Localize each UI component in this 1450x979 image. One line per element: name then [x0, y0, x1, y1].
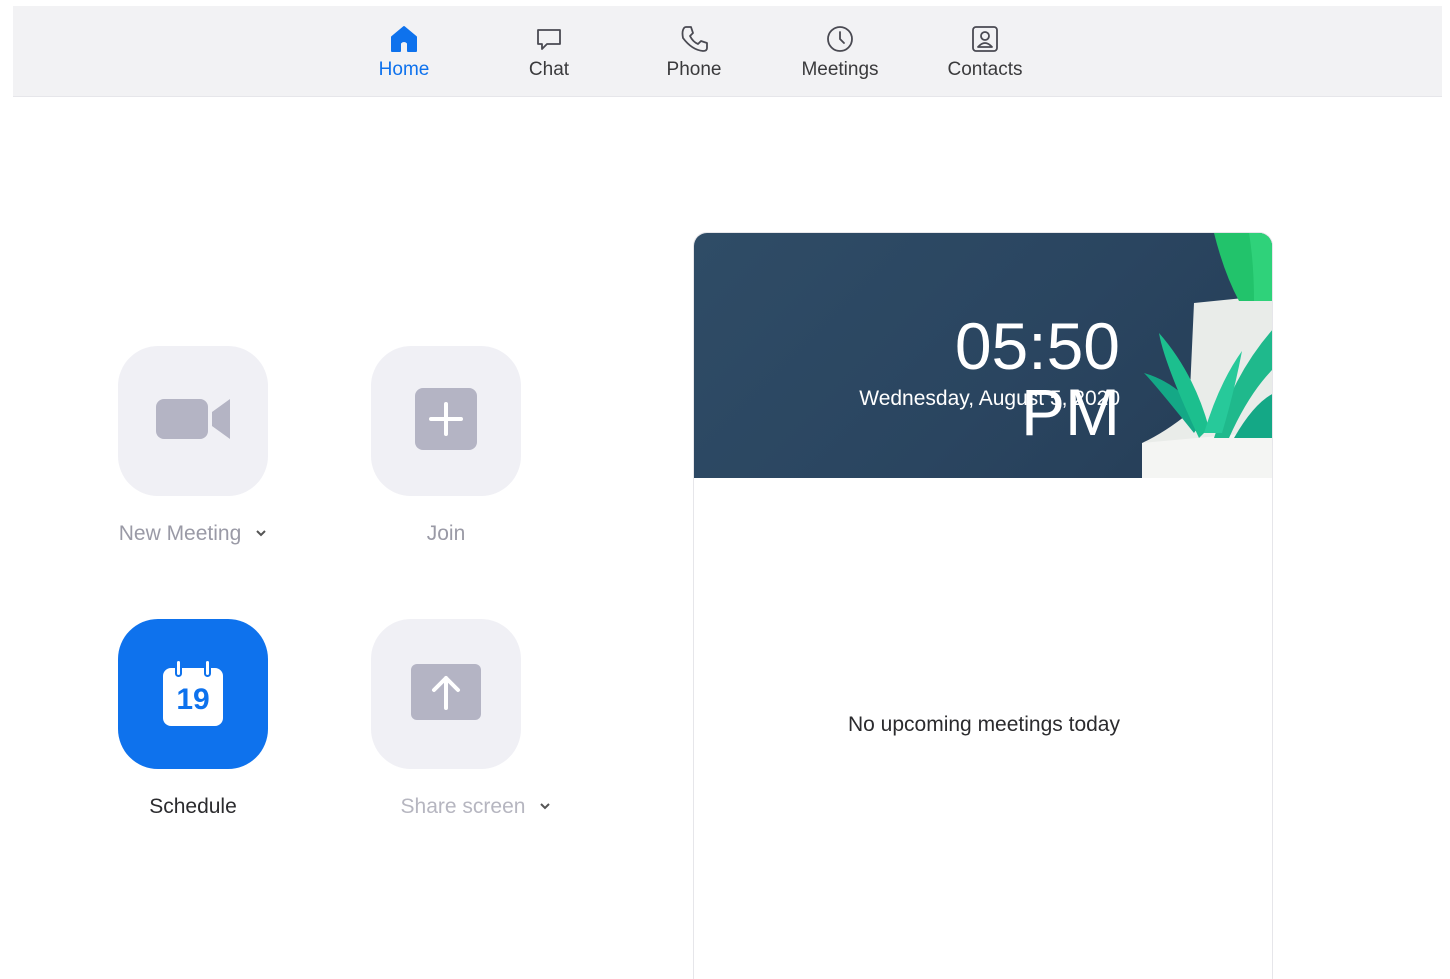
clock-icon [825, 24, 855, 54]
share-screen-label: Share screen [400, 795, 526, 818]
schedule-button[interactable]: 19 [118, 619, 268, 769]
tab-phone[interactable]: Phone [639, 24, 749, 88]
new-meeting-caption: New Meeting [119, 522, 268, 546]
join-button[interactable] [371, 346, 521, 496]
share-screen-button[interactable] [371, 619, 521, 769]
tab-phone-label: Phone [666, 59, 722, 80]
chat-icon [534, 24, 564, 54]
tab-chat-label: Chat [528, 59, 570, 80]
contacts-icon [970, 24, 1000, 54]
clock-banner: 05:50 PM Wednesday, August 5, 2020 [694, 233, 1272, 478]
schedule-label: Schedule [149, 795, 237, 818]
upcoming-meetings-card: 05:50 PM Wednesday, August 5, 2020 No up… [693, 232, 1273, 979]
calendar-day-number: 19 [176, 683, 210, 716]
tab-home-label: Home [378, 59, 430, 80]
join-caption: Join [427, 522, 466, 546]
new-meeting-tile: New Meeting [118, 346, 268, 546]
no-meetings-message: No upcoming meetings today [848, 713, 1120, 736]
share-screen-tile: Share screen [371, 619, 551, 819]
tab-meetings[interactable]: Meetings [785, 24, 895, 88]
phone-icon [679, 24, 709, 54]
share-screen-caption: Share screen [401, 795, 552, 819]
join-label: Join [426, 522, 466, 545]
new-meeting-label: New Meeting [118, 522, 242, 545]
new-meeting-button[interactable] [118, 346, 268, 496]
schedule-tile: 19 Schedule [118, 619, 268, 819]
calendar-icon: 19 [161, 660, 225, 728]
tab-chat[interactable]: Chat [494, 24, 604, 88]
tab-contacts[interactable]: Contacts [930, 24, 1040, 88]
current-date: Wednesday, August 5, 2020 [859, 387, 1120, 410]
video-camera-icon [154, 395, 232, 448]
upload-arrow-icon [411, 663, 481, 725]
current-time: 05:50 PM [954, 309, 1120, 449]
join-tile: Join [371, 346, 521, 546]
tab-contacts-label: Contacts [947, 59, 1023, 80]
chevron-down-icon[interactable] [255, 527, 267, 541]
schedule-caption: Schedule [149, 795, 237, 819]
tab-home[interactable]: Home [349, 24, 459, 88]
chevron-down-icon[interactable] [539, 800, 551, 814]
top-navigation: Home Chat Phone Meetings Contacts [13, 6, 1442, 97]
plus-icon [415, 387, 477, 455]
home-icon [389, 24, 419, 54]
tab-meetings-label: Meetings [801, 59, 879, 80]
zoom-home-window: Home Chat Phone Meetings Contacts New Me… [0, 0, 1450, 979]
